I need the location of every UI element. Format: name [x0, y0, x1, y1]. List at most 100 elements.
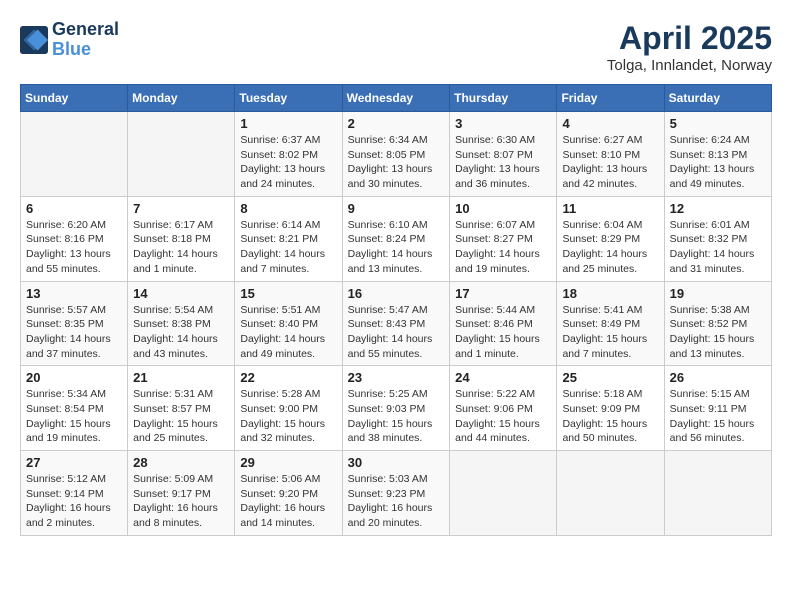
day-info: Sunrise: 6:37 AM Sunset: 8:02 PM Dayligh…: [240, 133, 336, 192]
weekday-header-monday: Monday: [128, 85, 235, 112]
calendar-cell: 21 Sunrise: 5:31 AM Sunset: 8:57 PM Dayli…: [128, 366, 235, 451]
day-number: 8: [240, 201, 336, 216]
day-number: 1: [240, 116, 336, 131]
day-number: 12: [670, 201, 766, 216]
day-number: 7: [133, 201, 229, 216]
day-info: Sunrise: 5:51 AM Sunset: 8:40 PM Dayligh…: [240, 303, 336, 362]
calendar-cell: 26 Sunrise: 5:15 AM Sunset: 9:11 PM Dayli…: [664, 366, 771, 451]
day-info: Sunrise: 5:28 AM Sunset: 9:00 PM Dayligh…: [240, 387, 336, 446]
calendar-cell: 22 Sunrise: 5:28 AM Sunset: 9:00 PM Dayli…: [235, 366, 342, 451]
day-number: 25: [562, 370, 658, 385]
day-number: 19: [670, 286, 766, 301]
day-number: 21: [133, 370, 229, 385]
calendar-cell: 5 Sunrise: 6:24 AM Sunset: 8:13 PM Daylig…: [664, 112, 771, 197]
weekday-header-sunday: Sunday: [21, 85, 128, 112]
calendar-cell: 27 Sunrise: 5:12 AM Sunset: 9:14 PM Dayli…: [21, 451, 128, 536]
calendar-week-5: 27 Sunrise: 5:12 AM Sunset: 9:14 PM Dayli…: [21, 451, 772, 536]
calendar-week-3: 13Sunrise: 5:57 AM Sunset: 8:35 PM Dayli…: [21, 281, 772, 366]
calendar-cell: 16 Sunrise: 5:47 AM Sunset: 8:43 PM Dayli…: [342, 281, 450, 366]
day-number: 30: [348, 455, 445, 470]
calendar-cell: 30 Sunrise: 5:03 AM Sunset: 9:23 PM Dayli…: [342, 451, 450, 536]
day-info: Sunrise: 6:34 AM Sunset: 8:05 PM Dayligh…: [348, 133, 445, 192]
day-info: Sunrise: 5:18 AM Sunset: 9:09 PM Dayligh…: [562, 387, 658, 446]
day-info: Sunrise: 5:57 AM Sunset: 8:35 PM Dayligh…: [26, 303, 122, 362]
day-info: Sunrise: 5:12 AM Sunset: 9:14 PM Dayligh…: [26, 472, 122, 531]
calendar-cell: 6Sunrise: 6:20 AM Sunset: 8:16 PM Daylig…: [21, 196, 128, 281]
calendar-cell: 18 Sunrise: 5:41 AM Sunset: 8:49 PM Dayli…: [557, 281, 664, 366]
day-number: 4: [562, 116, 658, 131]
day-info: Sunrise: 5:38 AM Sunset: 8:52 PM Dayligh…: [670, 303, 766, 362]
calendar-cell: 24Sunrise: 5:22 AM Sunset: 9:06 PM Dayli…: [450, 366, 557, 451]
main-title: April 2025: [607, 20, 772, 57]
day-info: Sunrise: 6:04 AM Sunset: 8:29 PM Dayligh…: [562, 218, 658, 277]
day-info: Sunrise: 6:17 AM Sunset: 8:18 PM Dayligh…: [133, 218, 229, 277]
logo-line1: General: [52, 20, 119, 40]
calendar-cell: [21, 112, 128, 197]
calendar-cell: 15 Sunrise: 5:51 AM Sunset: 8:40 PM Dayli…: [235, 281, 342, 366]
day-info: Sunrise: 5:15 AM Sunset: 9:11 PM Dayligh…: [670, 387, 766, 446]
page-header: General Blue April 2025 Tolga, Innlandet…: [20, 20, 772, 74]
day-number: 11: [562, 201, 658, 216]
calendar-cell: 19 Sunrise: 5:38 AM Sunset: 8:52 PM Dayli…: [664, 281, 771, 366]
day-number: 6: [26, 201, 122, 216]
logo-line2: Blue: [52, 40, 119, 60]
calendar-cell: 25 Sunrise: 5:18 AM Sunset: 9:09 PM Dayli…: [557, 366, 664, 451]
calendar-cell: 23 Sunrise: 5:25 AM Sunset: 9:03 PM Dayli…: [342, 366, 450, 451]
calendar-cell: 28Sunrise: 5:09 AM Sunset: 9:17 PM Dayli…: [128, 451, 235, 536]
day-info: Sunrise: 5:54 AM Sunset: 8:38 PM Dayligh…: [133, 303, 229, 362]
title-block: April 2025 Tolga, Innlandet, Norway: [607, 20, 772, 74]
day-info: Sunrise: 5:22 AM Sunset: 9:06 PM Dayligh…: [455, 387, 551, 446]
calendar-cell: [128, 112, 235, 197]
calendar-cell: 13Sunrise: 5:57 AM Sunset: 8:35 PM Dayli…: [21, 281, 128, 366]
day-info: Sunrise: 5:47 AM Sunset: 8:43 PM Dayligh…: [348, 303, 445, 362]
calendar-cell: 3 Sunrise: 6:30 AM Sunset: 8:07 PM Daylig…: [450, 112, 557, 197]
day-info: Sunrise: 6:27 AM Sunset: 8:10 PM Dayligh…: [562, 133, 658, 192]
day-number: 26: [670, 370, 766, 385]
day-number: 28: [133, 455, 229, 470]
day-number: 17: [455, 286, 551, 301]
calendar-cell: [664, 451, 771, 536]
calendar-cell: 20Sunrise: 5:34 AM Sunset: 8:54 PM Dayli…: [21, 366, 128, 451]
calendar-week-4: 20Sunrise: 5:34 AM Sunset: 8:54 PM Dayli…: [21, 366, 772, 451]
day-number: 5: [670, 116, 766, 131]
day-info: Sunrise: 6:01 AM Sunset: 8:32 PM Dayligh…: [670, 218, 766, 277]
weekday-header-wednesday: Wednesday: [342, 85, 450, 112]
day-info: Sunrise: 5:03 AM Sunset: 9:23 PM Dayligh…: [348, 472, 445, 531]
day-number: 27: [26, 455, 122, 470]
calendar-cell: 7 Sunrise: 6:17 AM Sunset: 8:18 PM Daylig…: [128, 196, 235, 281]
day-number: 3: [455, 116, 551, 131]
day-number: 15: [240, 286, 336, 301]
logo-text: General Blue: [52, 20, 119, 60]
weekday-header-thursday: Thursday: [450, 85, 557, 112]
day-number: 22: [240, 370, 336, 385]
calendar-cell: 8 Sunrise: 6:14 AM Sunset: 8:21 PM Daylig…: [235, 196, 342, 281]
day-info: Sunrise: 5:41 AM Sunset: 8:49 PM Dayligh…: [562, 303, 658, 362]
day-info: Sunrise: 5:25 AM Sunset: 9:03 PM Dayligh…: [348, 387, 445, 446]
day-number: 16: [348, 286, 445, 301]
day-info: Sunrise: 5:31 AM Sunset: 8:57 PM Dayligh…: [133, 387, 229, 446]
calendar-cell: 12 Sunrise: 6:01 AM Sunset: 8:32 PM Dayli…: [664, 196, 771, 281]
calendar-cell: 11 Sunrise: 6:04 AM Sunset: 8:29 PM Dayli…: [557, 196, 664, 281]
weekday-header-friday: Friday: [557, 85, 664, 112]
day-number: 2: [348, 116, 445, 131]
calendar-body: 1 Sunrise: 6:37 AM Sunset: 8:02 PM Daylig…: [21, 112, 772, 536]
day-number: 23: [348, 370, 445, 385]
day-info: Sunrise: 5:44 AM Sunset: 8:46 PM Dayligh…: [455, 303, 551, 362]
calendar-week-2: 6Sunrise: 6:20 AM Sunset: 8:16 PM Daylig…: [21, 196, 772, 281]
weekday-header-tuesday: Tuesday: [235, 85, 342, 112]
logo-icon: [20, 26, 48, 54]
calendar-week-1: 1 Sunrise: 6:37 AM Sunset: 8:02 PM Daylig…: [21, 112, 772, 197]
day-info: Sunrise: 6:30 AM Sunset: 8:07 PM Dayligh…: [455, 133, 551, 192]
calendar-cell: [557, 451, 664, 536]
weekday-header-saturday: Saturday: [664, 85, 771, 112]
day-info: Sunrise: 6:24 AM Sunset: 8:13 PM Dayligh…: [670, 133, 766, 192]
calendar-cell: 4 Sunrise: 6:27 AM Sunset: 8:10 PM Daylig…: [557, 112, 664, 197]
calendar-cell: 2 Sunrise: 6:34 AM Sunset: 8:05 PM Daylig…: [342, 112, 450, 197]
calendar-cell: 29Sunrise: 5:06 AM Sunset: 9:20 PM Dayli…: [235, 451, 342, 536]
day-number: 9: [348, 201, 445, 216]
day-info: Sunrise: 5:06 AM Sunset: 9:20 PM Dayligh…: [240, 472, 336, 531]
day-number: 18: [562, 286, 658, 301]
day-number: 20: [26, 370, 122, 385]
weekday-header-row: SundayMondayTuesdayWednesdayThursdayFrid…: [21, 85, 772, 112]
day-info: Sunrise: 6:14 AM Sunset: 8:21 PM Dayligh…: [240, 218, 336, 277]
